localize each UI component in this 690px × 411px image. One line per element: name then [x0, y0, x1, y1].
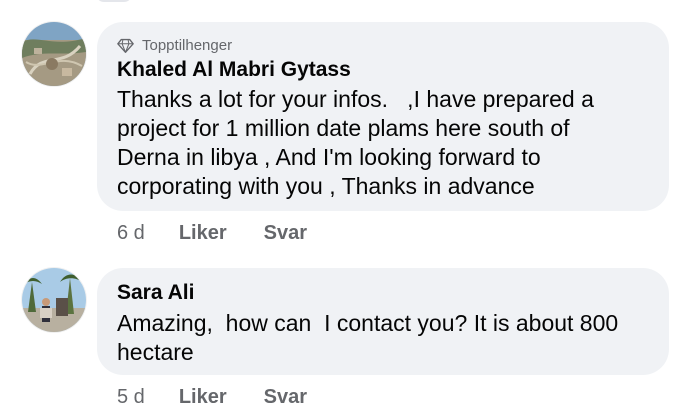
reply-button[interactable]: Svar	[264, 222, 307, 245]
comment-bubble: Topptilhenger Khaled Al Mabri Gytass Tha…	[97, 22, 669, 211]
comment-timestamp[interactable]: 6 d	[117, 222, 145, 245]
comment-author[interactable]: Khaled Al Mabri Gytass	[117, 57, 649, 83]
diamond-icon	[117, 38, 134, 53]
comment-text: Amazing, how can I contact you? It is ab…	[117, 310, 619, 365]
comment-text: Thanks a lot for your infos. ,I have pre…	[117, 86, 594, 199]
comment-actions: 5 d Liker Svar	[117, 386, 344, 409]
previous-comment-edge	[96, 0, 132, 2]
top-fan-badge: Topptilhenger	[117, 35, 649, 55]
avatar[interactable]	[22, 22, 86, 86]
comment-timestamp[interactable]: 5 d	[117, 386, 145, 409]
like-button[interactable]: Liker	[179, 386, 227, 409]
comment-author[interactable]: Sara Ali	[117, 280, 649, 306]
reply-button[interactable]: Svar	[264, 386, 307, 409]
avatar[interactable]	[22, 268, 86, 332]
comment-bubble: Sara Ali Amazing, how can I contact you?…	[97, 268, 669, 375]
comment-actions: 6 d Liker Svar	[117, 222, 344, 245]
like-button[interactable]: Liker	[179, 222, 227, 245]
badge-label: Topptilhenger	[142, 36, 233, 54]
